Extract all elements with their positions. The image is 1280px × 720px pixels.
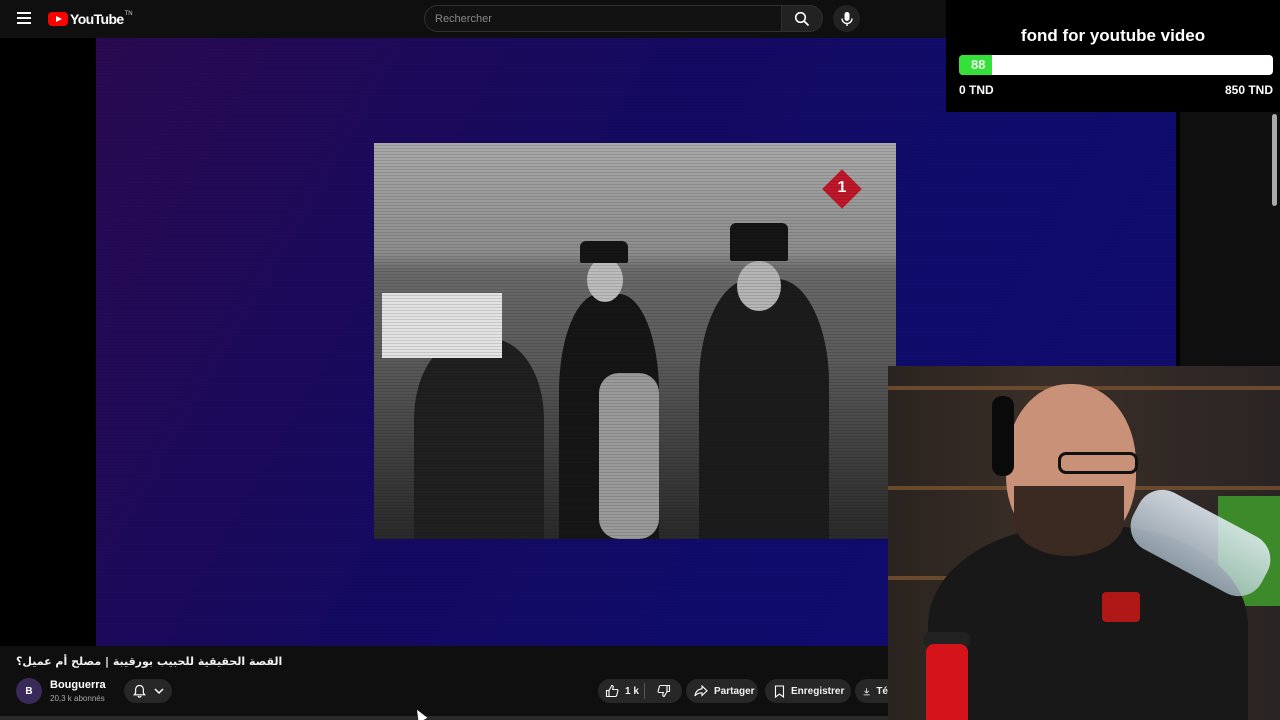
share-label: Partager [714, 685, 755, 697]
person-glasses [1058, 452, 1138, 474]
figure-center-hat [580, 241, 628, 263]
share-button[interactable]: Partager [686, 679, 758, 703]
like-button[interactable]: 1 k [598, 684, 644, 698]
search-input[interactable] [425, 6, 781, 31]
donation-min: 0 TND [959, 83, 994, 97]
channel-name[interactable]: Bouguerra [50, 679, 106, 691]
red-microphone [926, 644, 968, 720]
donation-current-amount: 88 [971, 57, 986, 72]
youtube-logo[interactable]: YouTube TN [48, 10, 133, 28]
search-icon [794, 11, 810, 26]
youtube-play-icon [48, 12, 68, 26]
figure-left-head [444, 293, 488, 347]
chevron-down-icon [153, 688, 164, 695]
coat-over-arm [599, 373, 659, 539]
background-sign [382, 293, 502, 358]
download-icon [863, 687, 870, 695]
logo-text: YouTube [70, 11, 124, 27]
figure-left [414, 339, 544, 539]
bell-icon [132, 684, 146, 698]
figure-right-head [737, 261, 781, 311]
bookmark-icon [774, 684, 785, 698]
streamer-webcam [888, 366, 1280, 720]
hoodie-patch [1102, 592, 1140, 622]
logo-country-code: TN [124, 11, 133, 17]
download-button[interactable]: Té [855, 679, 888, 703]
menu-icon[interactable] [14, 9, 34, 29]
donation-max: 850 TND [1224, 83, 1273, 97]
microphone-icon [840, 11, 853, 26]
tv-channel-logo [822, 169, 862, 209]
save-label: Enregistrer [791, 685, 845, 697]
thumbs-down-icon [657, 684, 670, 698]
like-dislike-group: 1 k [598, 679, 682, 703]
dislike-button[interactable] [645, 684, 682, 698]
share-icon [694, 685, 708, 697]
headset-icon [992, 396, 1014, 476]
subscriber-count: 20,3 k abonnés [50, 694, 105, 703]
tv-channel-number: 1 [837, 179, 847, 196]
scrollbar-thumb[interactable] [1272, 114, 1277, 206]
figure-center-head [587, 258, 623, 302]
figure-right [699, 279, 829, 539]
video-title: القصة الحقيقية للحبيب بورقيبة | مصلح أم … [16, 655, 283, 668]
channel-avatar[interactable]: B [16, 678, 42, 704]
save-button[interactable]: Enregistrer [765, 679, 851, 703]
notifications-button[interactable] [124, 679, 172, 703]
archive-footage: 1 [374, 143, 896, 539]
person-beard [1014, 486, 1124, 556]
search-box [424, 5, 782, 32]
download-label: Té [876, 685, 888, 697]
search-button[interactable] [781, 5, 823, 32]
donation-goal-widget: fond for youtube video 88 0 TND 850 TND [946, 0, 1280, 112]
figure-right-hat [730, 223, 788, 261]
thumbs-up-icon [605, 684, 619, 698]
donation-progress-bar: 88 [959, 55, 1273, 75]
like-count: 1 k [625, 685, 639, 697]
donation-title: fond for youtube video [1020, 26, 1206, 45]
figure-center [559, 294, 659, 539]
voice-search-button[interactable] [833, 5, 860, 32]
video-progress-bar[interactable] [0, 716, 888, 720]
